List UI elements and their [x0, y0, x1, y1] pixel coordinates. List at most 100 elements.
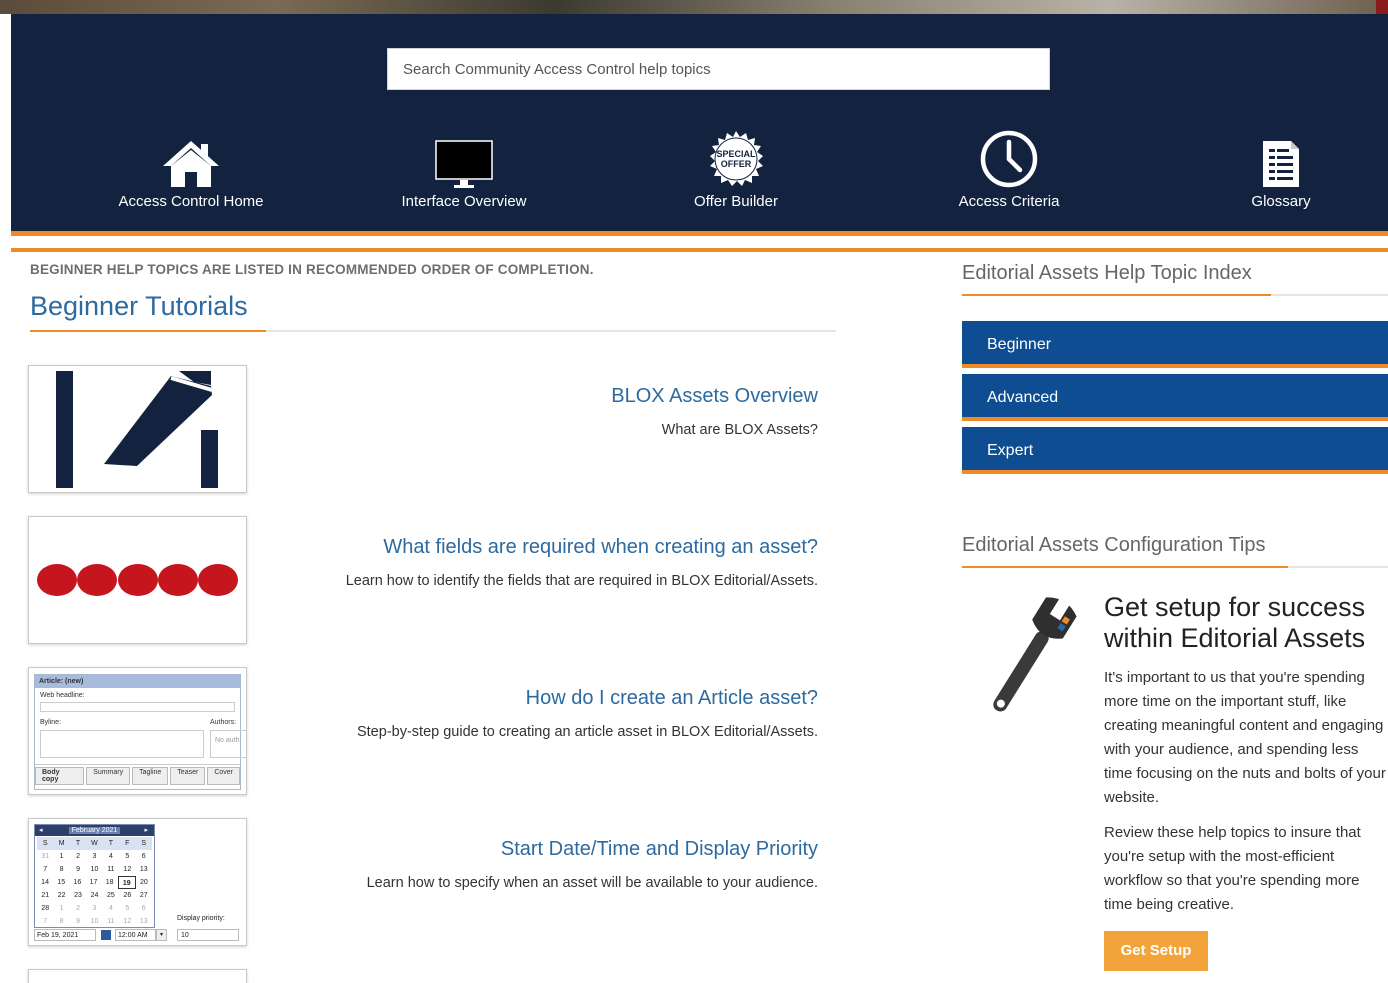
- calendar-day-header: M: [58, 840, 65, 847]
- tutorial-item[interactable]: BLOX Assets Overview What are BLOX Asset…: [28, 365, 836, 493]
- calendar-day-cell[interactable]: 11: [103, 915, 119, 928]
- calendar-header: ◂ February 2021 ▸: [35, 825, 154, 836]
- tip-body: Get setup for success within Editorial A…: [1104, 592, 1388, 971]
- nav-label: Offer Builder: [694, 193, 778, 210]
- calendar-week-row: 7 8 9 10 11 12 13: [37, 915, 152, 928]
- pencil-edit-icon: [56, 371, 218, 488]
- calendar-day-cell[interactable]: 2: [70, 902, 86, 915]
- nav-glossary[interactable]: Glossary: [1171, 129, 1388, 210]
- header-photo-strip: [0, 0, 1388, 14]
- calendar-day-cell[interactable]: 9: [70, 863, 86, 876]
- tutorial-title-link[interactable]: How do I create an Article asset?: [526, 687, 818, 710]
- nav-access-control-home[interactable]: Access Control Home: [81, 129, 301, 210]
- calendar-day-cell[interactable]: 25: [103, 889, 119, 902]
- calendar-day-cell[interactable]: 24: [86, 889, 102, 902]
- tutorial-item[interactable]: What fields are required when creating a…: [28, 516, 836, 644]
- calendar-day-cell[interactable]: 28: [37, 902, 53, 915]
- authors-field: No auth: [210, 730, 246, 758]
- tutorial-description: Learn how to identify the fields that ar…: [345, 573, 818, 589]
- calendar-day-cell[interactable]: 26: [119, 889, 135, 902]
- calendar-week-row: 7 8 9 10 11 12 13: [37, 863, 152, 876]
- tutorial-thumbnail[interactable]: [28, 365, 247, 493]
- nav-label: Access Control Home: [118, 193, 264, 210]
- calendar-day-cell[interactable]: 11: [103, 863, 119, 876]
- calendar-day-cell[interactable]: 12: [119, 915, 135, 928]
- calendar-day-cell[interactable]: 7: [37, 915, 53, 928]
- index-heading: Editorial Assets Help Topic Index: [962, 262, 1252, 284]
- calendar-day-header: T: [108, 840, 114, 847]
- calendar-day-cell[interactable]: 6: [136, 850, 152, 863]
- tutorial-item[interactable]: ◂ February 2021 ▸ S M T W T F S 31 1 2 3 4 5 6 7 8 9 10 11…: [28, 818, 836, 946]
- calendar-day-cell[interactable]: 6: [136, 902, 152, 915]
- badge-line-2: OFFER: [721, 159, 752, 169]
- get-setup-button[interactable]: Get Setup: [1104, 931, 1208, 971]
- help-topic-index: Editorial Assets Help Topic Index Beginn…: [962, 262, 1388, 480]
- calendar-day-cell[interactable]: 13: [136, 915, 152, 928]
- calendar-grid: S M T W T F S 31 1 2 3 4 5 6 7 8 9 10 11 12 13 14 15 16 17 18 19 20…: [35, 836, 154, 928]
- level-button-expert[interactable]: Expert: [962, 427, 1388, 474]
- calendar-day-cell[interactable]: 10: [86, 915, 102, 928]
- title-rule-accent: [30, 330, 266, 332]
- nav-label: Access Criteria: [958, 193, 1060, 210]
- tutorial-title-link[interactable]: Start Date/Time and Display Priority: [501, 838, 818, 861]
- tutorial-thumbnail[interactable]: Article: (new) Web headline: Byline: Aut…: [28, 667, 247, 795]
- display-priority-field: 10: [177, 929, 239, 941]
- article-form-preview: Article: (new) Web headline: Byline: Aut…: [34, 674, 246, 790]
- tutorial-item[interactable]: Article: (new) Web headline: Byline: Aut…: [28, 667, 836, 795]
- calendar-day-cell[interactable]: 9: [70, 915, 86, 928]
- calendar-day-cell[interactable]: 23: [70, 889, 86, 902]
- calendar-day-cell[interactable]: 5: [119, 850, 135, 863]
- nav-label: Interface Overview: [401, 193, 527, 210]
- tips-rule-accent: [962, 566, 1288, 568]
- calendar-day-cell[interactable]: 16: [69, 876, 85, 889]
- byline-label: Byline:: [40, 719, 62, 726]
- calendar-day-cell[interactable]: 8: [53, 863, 69, 876]
- top-navigation: Access Control Home Interface Overview S…: [22, 129, 1388, 229]
- calendar-day-cell[interactable]: 3: [86, 850, 102, 863]
- tip-heading: Get setup for success within Editorial A…: [1104, 592, 1366, 653]
- calendar-preview: ◂ February 2021 ▸ S M T W T F S 31 1 2 3 4 5 6 7 8 9 10 11…: [34, 824, 155, 928]
- calendar-day-cell[interactable]: 4: [103, 902, 119, 915]
- content-top-border: [11, 248, 1388, 252]
- calendar-day-cell[interactable]: 31: [37, 850, 53, 863]
- calendar-day-cell[interactable]: 14: [37, 876, 53, 889]
- level-button-beginner[interactable]: Beginner: [962, 321, 1388, 368]
- calendar-day-cell[interactable]: 22: [53, 889, 69, 902]
- calendar-day-cell[interactable]: 3: [86, 902, 102, 915]
- nav-interface-overview[interactable]: Interface Overview: [354, 129, 574, 210]
- calendar-day-cell[interactable]: 21: [37, 889, 53, 902]
- tab-cover: Cover: [207, 767, 240, 785]
- tab-summary: Summary: [86, 767, 131, 785]
- calendar-day-cell[interactable]: 10: [86, 863, 102, 876]
- index-heading-rule: [962, 294, 1388, 296]
- calendar-day-cell[interactable]: 17: [85, 876, 101, 889]
- calendar-day-cell[interactable]: 19: [117, 876, 136, 889]
- calendar-day-cell[interactable]: 7: [37, 863, 53, 876]
- calendar-day-cell[interactable]: 1: [53, 850, 69, 863]
- calendar-day-cell[interactable]: 12: [119, 863, 135, 876]
- calendar-day-cell[interactable]: 20: [136, 876, 152, 889]
- beginner-tutorials-section: BEGINNER HELP TOPICS ARE LISTED IN RECOM…: [28, 262, 836, 983]
- tutorial-thumbnail[interactable]: ◂ February 2021 ▸ S M T W T F S 31 1 2 3 4 5 6 7 8 9 10 11…: [28, 818, 247, 946]
- home-icon: [163, 141, 219, 187]
- tutorial-title-link[interactable]: What fields are required when creating a…: [383, 536, 818, 559]
- tutorial-thumbnail[interactable]: [28, 969, 247, 983]
- calendar-day-cell[interactable]: 27: [136, 889, 152, 902]
- tutorial-title-link[interactable]: BLOX Assets Overview: [611, 385, 818, 408]
- calendar-day-cell[interactable]: 2: [70, 850, 86, 863]
- calendar-day-cell[interactable]: 1: [53, 902, 69, 915]
- calendar-day-cell[interactable]: 5: [119, 902, 135, 915]
- calendar-day-cell[interactable]: 8: [53, 915, 69, 928]
- calendar-day-cell[interactable]: 4: [103, 850, 119, 863]
- monitor-icon: [435, 140, 493, 188]
- level-button-advanced[interactable]: Advanced: [962, 374, 1388, 421]
- tutorial-thumbnail[interactable]: [28, 516, 247, 644]
- nav-offer-builder[interactable]: SPECIAL OFFER Offer Builder: [626, 129, 846, 210]
- calendar-day-cell[interactable]: 18: [102, 876, 118, 889]
- nav-access-criteria[interactable]: Access Criteria: [899, 129, 1119, 210]
- search-input[interactable]: Search Community Access Control help top…: [387, 48, 1050, 90]
- tutorial-item[interactable]: [28, 969, 836, 983]
- calendar-day-cell[interactable]: 15: [53, 876, 69, 889]
- web-headline-label: Web headline:: [40, 692, 85, 699]
- calendar-day-cell[interactable]: 13: [136, 863, 152, 876]
